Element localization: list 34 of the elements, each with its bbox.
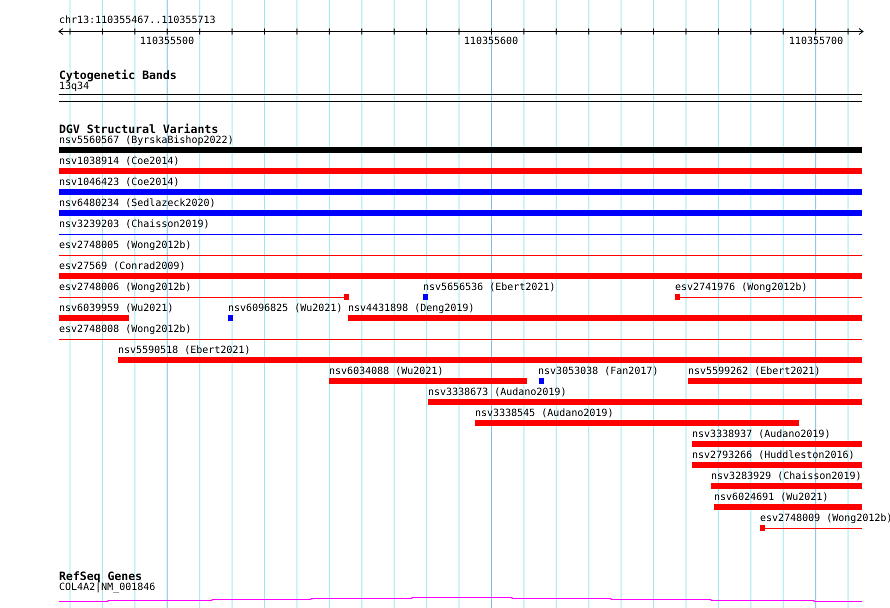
- track-title: DGV Structural Variants: [59, 123, 218, 135]
- variant-label: esv2748005 (Wong2012b): [59, 240, 192, 252]
- ruler-tick-label: 110355600: [464, 36, 518, 48]
- variant-label: nsv5599262 (Ebert2021): [688, 366, 820, 378]
- variant-label: nsv6024691 (Wu2021): [714, 492, 828, 504]
- ruler-tick-label: 110355500: [140, 36, 194, 48]
- variant-label: nsv6096825 (Wu2021): [228, 303, 342, 315]
- variant-label: nsv3338545 (Audano2019): [475, 408, 614, 420]
- band-label: 13q34: [59, 81, 90, 93]
- variant-label: nsv4431898 (Deng2019): [348, 303, 474, 315]
- variant-label: nsv6480234 (Sedlazeck2020): [59, 198, 216, 210]
- variant-label: nsv5560567 (ByrskaBishop2022): [59, 135, 234, 147]
- variant-label: esv27569 (Conrad2009): [59, 261, 186, 273]
- variant-label: nsv6039959 (Wu2021): [59, 303, 174, 315]
- variant-label: nsv3338937 (Audano2019): [692, 429, 830, 441]
- variant-label: nsv3338673 (Audano2019): [428, 387, 566, 399]
- variant-label: esv2748006 (Wong2012b): [59, 282, 192, 294]
- variant-label: esv2741976 (Wong2012b): [675, 282, 808, 294]
- variant-label: nsv1046423 (Coe2014): [59, 177, 180, 189]
- variant-label: nsv3239203 (Chaisson2019): [59, 219, 210, 231]
- variant-label: nsv6034088 (Wu2021): [329, 366, 444, 378]
- variant-label: esv2748009 (Wong2012b): [760, 513, 890, 525]
- variant-label: esv2748008 (Wong2012b): [59, 324, 192, 336]
- ruler-tick-label: 110355700: [788, 36, 844, 48]
- variant-label: nsv2793266 (Huddleston2016): [692, 450, 855, 462]
- variant-label: nsv5656536 (Ebert2021): [423, 282, 556, 294]
- variant-label: nsv5590518 (Ebert2021): [118, 345, 250, 357]
- location-label: chr13:110355467..110355713: [59, 15, 216, 27]
- variant-label: nsv3283929 (Chaisson2019): [711, 471, 862, 483]
- gene-label: COL4A2|NM_001846: [59, 582, 156, 594]
- variant-label: nsv1038914 (Coe2014): [59, 156, 180, 168]
- track-title: RefSeq Genes: [59, 570, 142, 582]
- variant-label: nsv3053038 (Fan2017): [538, 366, 658, 378]
- track-title: Cytogenetic Bands: [59, 69, 177, 81]
